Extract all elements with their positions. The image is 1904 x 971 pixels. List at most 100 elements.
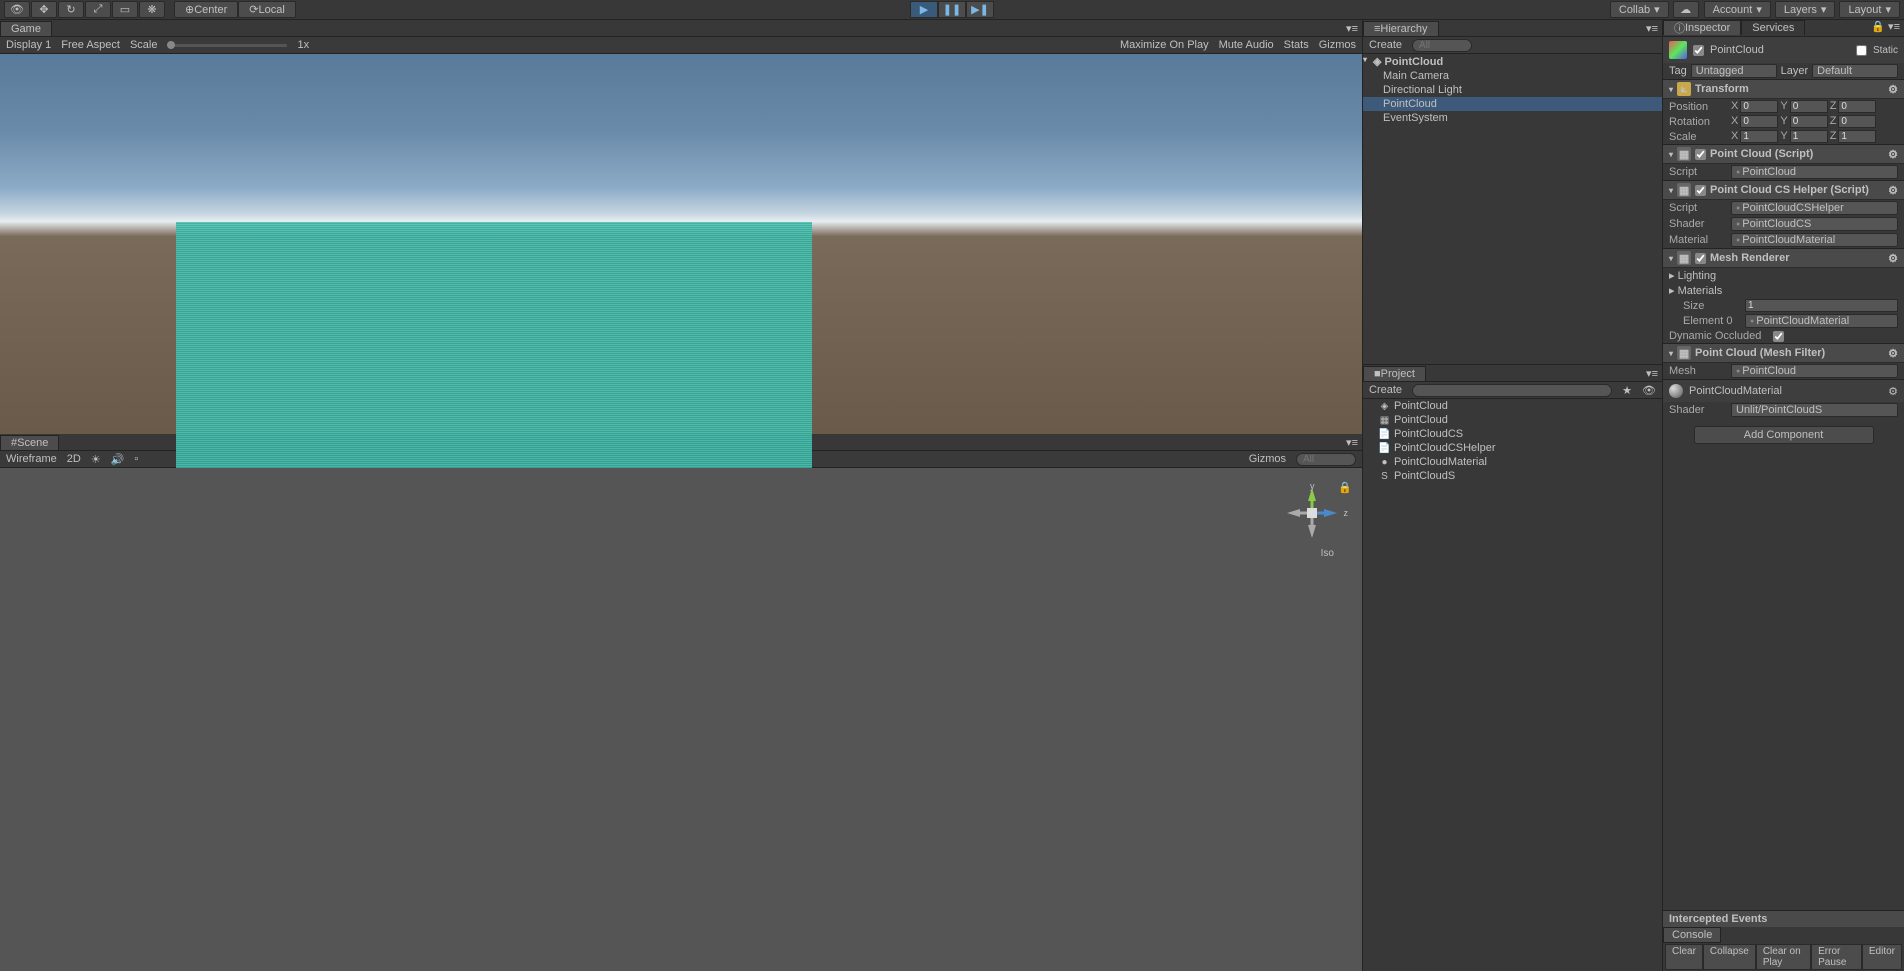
console-button[interactable]: Collapse bbox=[1703, 944, 1756, 970]
position-y[interactable] bbox=[1790, 100, 1828, 113]
collab-dropdown[interactable]: Collab▾ bbox=[1610, 1, 1669, 18]
component-menu-icon[interactable]: ⚙ bbox=[1888, 347, 1898, 360]
services-tab[interactable]: Services bbox=[1741, 20, 1805, 35]
scene-tab[interactable]: #Scene bbox=[0, 435, 59, 450]
scale-slider[interactable] bbox=[167, 44, 287, 47]
rotation-y[interactable] bbox=[1790, 115, 1828, 128]
shading-dropdown[interactable]: Wireframe bbox=[6, 453, 57, 465]
hierarchy-create-dropdown[interactable]: Create bbox=[1369, 39, 1402, 51]
lock-icon[interactable]: 🔒 bbox=[1338, 481, 1352, 494]
project-item[interactable]: 📄PointCloudCSHelper bbox=[1363, 441, 1662, 455]
rect-tool[interactable]: ▭ bbox=[112, 1, 138, 18]
console-button[interactable]: Editor bbox=[1862, 944, 1902, 970]
hand-tool[interactable]: 👁 bbox=[4, 1, 30, 18]
rotate-tool[interactable]: ↻ bbox=[58, 1, 84, 18]
layers-dropdown[interactable]: Layers▾ bbox=[1775, 1, 1836, 18]
project-body[interactable]: ◈PointCloud▦PointCloud📄PointCloudCS📄Poin… bbox=[1363, 399, 1662, 971]
component-enable-checkbox[interactable] bbox=[1695, 149, 1706, 160]
object-field[interactable]: PointCloud bbox=[1731, 165, 1898, 179]
console-button[interactable]: Clear on Play bbox=[1756, 944, 1811, 970]
object-field[interactable]: PointCloudMaterial bbox=[1745, 314, 1898, 328]
project-item[interactable]: ▦PointCloud bbox=[1363, 413, 1662, 427]
component-header[interactable]: ▦Point Cloud CS Helper (Script)⚙ bbox=[1663, 180, 1904, 200]
project-create-dropdown[interactable]: Create bbox=[1369, 384, 1402, 396]
panel-menu-icon[interactable]: ▾≡ bbox=[1888, 21, 1900, 33]
inspector-tab[interactable]: ⓘInspector bbox=[1663, 20, 1741, 35]
gameobject-name[interactable]: PointCloud bbox=[1710, 44, 1850, 56]
component-menu-icon[interactable]: ⚙ bbox=[1888, 184, 1898, 197]
text-field[interactable] bbox=[1745, 299, 1898, 312]
visibility-icon[interactable]: 👁 bbox=[1642, 384, 1656, 397]
account-dropdown[interactable]: Account▾ bbox=[1704, 1, 1771, 18]
pause-button[interactable]: ❚❚ bbox=[938, 1, 966, 18]
gameobject-icon[interactable] bbox=[1669, 41, 1687, 59]
shader-dropdown[interactable]: Unlit/PointCloudS bbox=[1731, 403, 1898, 417]
step-button[interactable]: ▶❚ bbox=[966, 1, 994, 18]
component-header[interactable]: ▦Point Cloud (Mesh Filter)⚙ bbox=[1663, 343, 1904, 363]
component-sub-row[interactable]: ▸ Materials bbox=[1663, 283, 1904, 298]
component-enable-checkbox[interactable] bbox=[1695, 185, 1706, 196]
component-header[interactable]: ▦Point Cloud (Script)⚙ bbox=[1663, 144, 1904, 164]
scene-view[interactable]: 👁 y z Iso � bbox=[0, 468, 1362, 971]
lighting-toggle[interactable]: ☀ bbox=[91, 453, 101, 466]
object-field[interactable]: PointCloudCSHelper bbox=[1731, 201, 1898, 215]
object-field[interactable]: PointCloudMaterial bbox=[1731, 233, 1898, 247]
hierarchy-item[interactable]: Directional Light bbox=[1363, 83, 1662, 97]
favorites-icon[interactable]: ★ bbox=[1622, 384, 1632, 397]
iso-label[interactable]: Iso bbox=[1321, 548, 1334, 559]
scale-y[interactable] bbox=[1790, 130, 1828, 143]
move-tool[interactable]: ✥ bbox=[31, 1, 57, 18]
object-field[interactable]: PointCloud bbox=[1731, 364, 1898, 378]
project-search[interactable] bbox=[1412, 384, 1612, 397]
lock-icon[interactable]: 🔒 bbox=[1871, 21, 1885, 33]
panel-menu-icon[interactable]: ▾≡ bbox=[1646, 368, 1658, 380]
component-header[interactable]: ▦Mesh Renderer⚙ bbox=[1663, 248, 1904, 268]
game-view[interactable] bbox=[0, 54, 1362, 434]
component-menu-icon[interactable]: ⚙ bbox=[1888, 83, 1898, 96]
console-tab[interactable]: Console bbox=[1663, 927, 1721, 943]
add-component-button[interactable]: Add Component bbox=[1694, 426, 1874, 444]
component-menu-icon[interactable]: ⚙ bbox=[1888, 252, 1898, 265]
project-tab[interactable]: ■Project bbox=[1363, 366, 1426, 381]
project-item[interactable]: 📄PointCloudCS bbox=[1363, 427, 1662, 441]
display-dropdown[interactable]: Display 1 bbox=[6, 39, 51, 51]
scale-z[interactable] bbox=[1838, 130, 1876, 143]
component-sub-row[interactable]: Dynamic Occluded bbox=[1663, 329, 1904, 343]
scene-search[interactable] bbox=[1296, 453, 1356, 466]
scale-tool[interactable]: ⤢ bbox=[85, 1, 111, 18]
cloud-button[interactable]: ☁ bbox=[1673, 1, 1699, 18]
hierarchy-item[interactable]: PointCloud bbox=[1363, 97, 1662, 111]
transform-tool[interactable]: ❋ bbox=[139, 1, 165, 18]
console-button[interactable]: Error Pause bbox=[1811, 944, 1862, 970]
pivot-local-toggle[interactable]: ⟳Local bbox=[238, 1, 296, 18]
tag-dropdown[interactable]: Untagged bbox=[1691, 64, 1777, 78]
hierarchy-item[interactable]: EventSystem bbox=[1363, 111, 1662, 125]
axis-gizmo[interactable]: y z Iso 🔒 bbox=[1282, 483, 1342, 563]
hierarchy-search[interactable] bbox=[1412, 39, 1472, 52]
project-item[interactable]: ●PointCloudMaterial bbox=[1363, 455, 1662, 469]
gizmos-dropdown[interactable]: Gizmos bbox=[1319, 39, 1356, 51]
maximize-toggle[interactable]: Maximize On Play bbox=[1120, 39, 1209, 51]
audio-toggle[interactable]: 🔊 bbox=[111, 453, 125, 466]
rotation-z[interactable] bbox=[1838, 115, 1876, 128]
panel-menu-icon[interactable]: ▾≡ bbox=[1646, 23, 1658, 35]
mute-toggle[interactable]: Mute Audio bbox=[1219, 39, 1274, 51]
fx-toggle[interactable]: ▫ bbox=[134, 453, 138, 465]
component-menu-icon[interactable]: ⚙ bbox=[1888, 385, 1898, 398]
hierarchy-scene-root[interactable]: ◈ PointCloud bbox=[1363, 54, 1662, 69]
hierarchy-body[interactable]: ◈ PointCloud Main CameraDirectional Ligh… bbox=[1363, 54, 1662, 364]
play-button[interactable]: ▶ bbox=[910, 1, 938, 18]
aspect-dropdown[interactable]: Free Aspect bbox=[61, 39, 120, 51]
mode-2d-toggle[interactable]: 2D bbox=[67, 453, 81, 465]
game-tab[interactable]: Game bbox=[0, 21, 52, 36]
component-menu-icon[interactable]: ⚙ bbox=[1888, 148, 1898, 161]
component-enable-checkbox[interactable] bbox=[1695, 253, 1706, 264]
hierarchy-item[interactable]: Main Camera bbox=[1363, 69, 1662, 83]
panel-menu-icon[interactable]: ▾≡ bbox=[1346, 23, 1358, 35]
material-preview[interactable]: PointCloudMaterial ⚙ bbox=[1663, 379, 1904, 402]
checkbox-field[interactable] bbox=[1773, 331, 1784, 342]
pivot-center-toggle[interactable]: ⊕Center bbox=[174, 1, 238, 18]
position-z[interactable] bbox=[1838, 100, 1876, 113]
console-button[interactable]: Clear bbox=[1665, 944, 1703, 970]
static-checkbox[interactable] bbox=[1856, 45, 1867, 56]
